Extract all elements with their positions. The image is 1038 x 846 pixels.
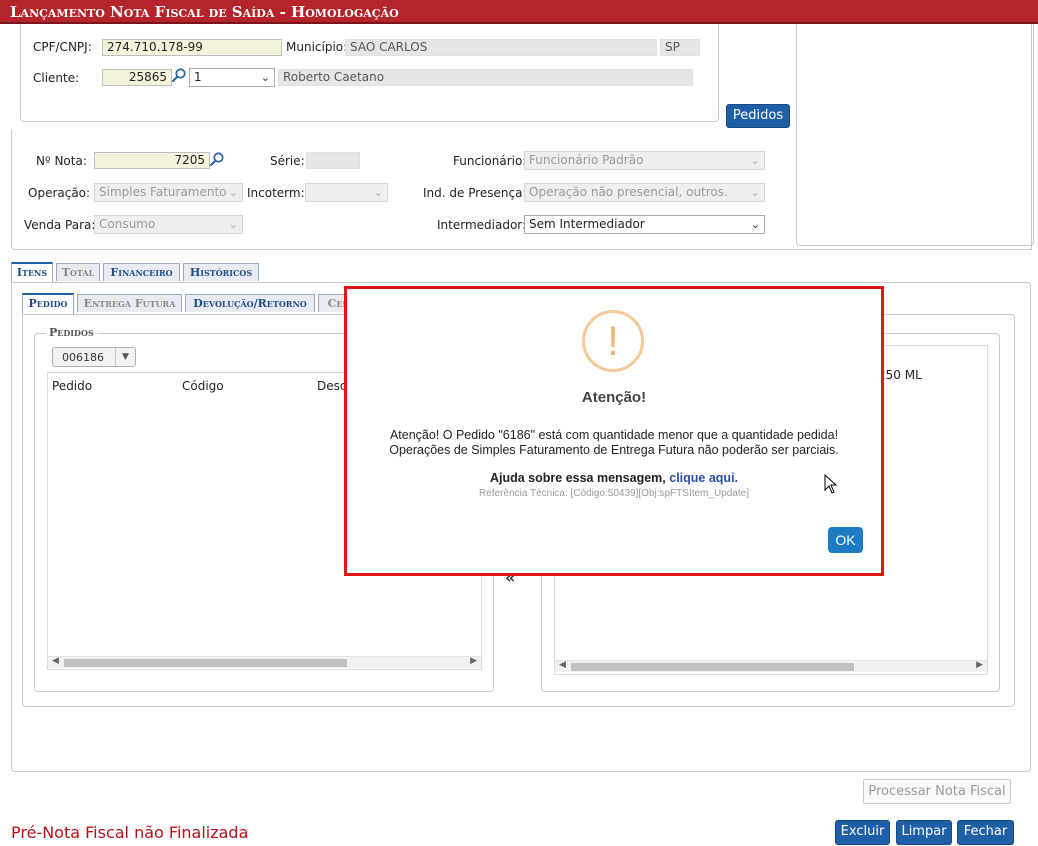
tab-total[interactable]: Total — [56, 263, 100, 281]
side-panel — [796, 24, 1034, 246]
cliente-search-icon[interactable] — [171, 67, 187, 83]
subtab-pedido[interactable]: Pedido — [22, 293, 74, 314]
exclamation-glyph: ! — [607, 317, 619, 364]
cliente-select[interactable]: 1 ⌄ — [189, 68, 275, 87]
funcionario-value: Funcionário Padrão — [529, 153, 644, 167]
presenca-label: Ind. de Presença: — [423, 186, 527, 200]
limpar-button[interactable]: Limpar — [896, 820, 952, 845]
venda-select: Consumo ⌄ — [94, 215, 243, 234]
help-link[interactable]: clique aqui. — [669, 471, 738, 485]
numero-search-icon[interactable] — [209, 151, 225, 167]
chevron-down-icon: ▼ — [115, 348, 135, 366]
serie-label: Série: — [270, 154, 305, 168]
funcionario-label: Funcionário: — [453, 154, 527, 168]
column-header-codigo[interactable]: Código — [182, 379, 224, 393]
dialog-help-text: Ajuda sobre essa mensagem, — [489, 471, 666, 485]
venda-label: Venda Para: — [24, 218, 96, 232]
fechar-button[interactable]: Fechar — [957, 820, 1014, 845]
alert-dialog: ! Atenção! Atenção! O Pedido "6186" está… — [344, 286, 884, 576]
operacao-label: Operação: — [28, 186, 91, 200]
tab-financeiro[interactable]: Financeiro — [103, 263, 180, 281]
cliente-select-value: 1 — [194, 70, 202, 84]
presenca-select: Operação não presencial, outros. ⌄ — [524, 183, 765, 202]
municipio-field: SAO CARLOS — [345, 39, 657, 56]
cpf-field[interactable]: 274.710.178-99 — [102, 39, 282, 56]
tab-itens[interactable]: Itens — [11, 262, 53, 282]
column-header-pedido[interactable]: Pedido — [52, 379, 92, 393]
cliente-name-field: Roberto Caetano — [278, 69, 693, 86]
chevron-down-icon: ⌄ — [260, 71, 270, 84]
intermediador-value: Sem Intermediador — [529, 217, 645, 231]
nota-panel-bottom-edge — [790, 249, 1032, 250]
chevron-down-icon: ⌄ — [750, 154, 760, 167]
cpf-label: CPF/CNPJ: — [33, 40, 92, 54]
uf-field: SP — [660, 39, 700, 56]
ok-button[interactable]: OK — [828, 527, 863, 553]
venda-value: Consumo — [99, 217, 156, 231]
subtab-entrega-futura[interactable]: Entrega Futura — [77, 294, 182, 312]
excluir-button[interactable]: Excluir — [835, 820, 890, 845]
column-header-descricao[interactable]: Desc — [317, 379, 346, 393]
dialog-message: Atenção! O Pedido "6186" está com quanti… — [347, 428, 881, 458]
pedidos-button[interactable]: Pedidos — [726, 104, 790, 128]
tab-historicos[interactable]: Históricos — [183, 263, 259, 281]
pedido-combobox-value: 006186 — [62, 351, 104, 364]
itens-hscroll[interactable]: ◀ ▶ — [555, 660, 987, 672]
dialog-message-line2: Operações de Simples Faturamento de Entr… — [389, 443, 839, 457]
mouse-cursor-icon — [824, 473, 838, 497]
incoterm-select: ⌄ — [305, 183, 388, 202]
municipio-label: Município: — [286, 40, 348, 54]
chevron-down-icon: ⌄ — [228, 218, 238, 231]
scroll-thumb[interactable] — [571, 663, 854, 671]
funcionario-select: Funcionário Padrão ⌄ — [524, 151, 765, 170]
cliente-code-field[interactable]: 25865 — [102, 69, 172, 86]
intermediador-label: Intermediador: — [437, 218, 527, 232]
chevron-down-icon: ⌄ — [750, 218, 760, 231]
presenca-value: Operação não presencial, outros. — [529, 185, 728, 199]
scroll-thumb[interactable] — [64, 659, 347, 667]
chevron-down-icon: ⌄ — [373, 186, 383, 199]
scroll-left-icon[interactable]: ◀ — [559, 660, 566, 670]
operacao-value: Simples Faturamento — [99, 185, 227, 199]
intermediador-select[interactable]: Sem Intermediador ⌄ — [524, 215, 765, 234]
scroll-right-icon[interactable]: ▶ — [976, 660, 983, 670]
title-bar: Lançamento Nota Fiscal de Saída - Homolo… — [0, 0, 1038, 24]
dialog-reference: Referência Técnica: [Código:50439][Obj:s… — [479, 488, 749, 499]
numero-label: Nº Nota: — [36, 154, 87, 168]
processar-nota-button[interactable]: Processar Nota Fiscal — [863, 779, 1011, 804]
scroll-right-icon[interactable]: ▶ — [470, 656, 477, 666]
nota-panel-right-edge — [1031, 24, 1032, 250]
dialog-message-line1: Atenção! O Pedido "6186" está com quanti… — [389, 428, 839, 442]
serie-field — [306, 152, 360, 169]
item-description-text: 250 ML — [878, 368, 922, 382]
dialog-title: Atenção! — [581, 389, 647, 406]
pedido-combobox[interactable]: 006186 ▼ — [52, 347, 136, 367]
exclamation-icon: ! — [582, 310, 644, 372]
pedidos-legend: Pedidos — [46, 326, 97, 339]
pedidos-hscroll[interactable]: ◀ ▶ — [48, 656, 481, 668]
cliente-label: Cliente: — [33, 71, 80, 85]
numero-field[interactable]: 7205 — [94, 152, 210, 169]
scroll-left-icon[interactable]: ◀ — [52, 656, 59, 666]
operacao-select: Simples Faturamento ⌄ — [94, 183, 243, 202]
incoterm-label: Incoterm: — [247, 186, 305, 200]
dialog-help: Ajuda sobre essa mensagem, clique aqui. — [347, 471, 881, 485]
chevron-down-icon: ⌄ — [228, 186, 238, 199]
chevron-down-icon: ⌄ — [750, 186, 760, 199]
status-text: Pré-Nota Fiscal não Finalizada — [11, 823, 249, 842]
subtab-devolucao-retorno[interactable]: Devolução/Retorno — [185, 294, 315, 312]
window-title: Lançamento Nota Fiscal de Saída - Homolo… — [10, 3, 399, 21]
